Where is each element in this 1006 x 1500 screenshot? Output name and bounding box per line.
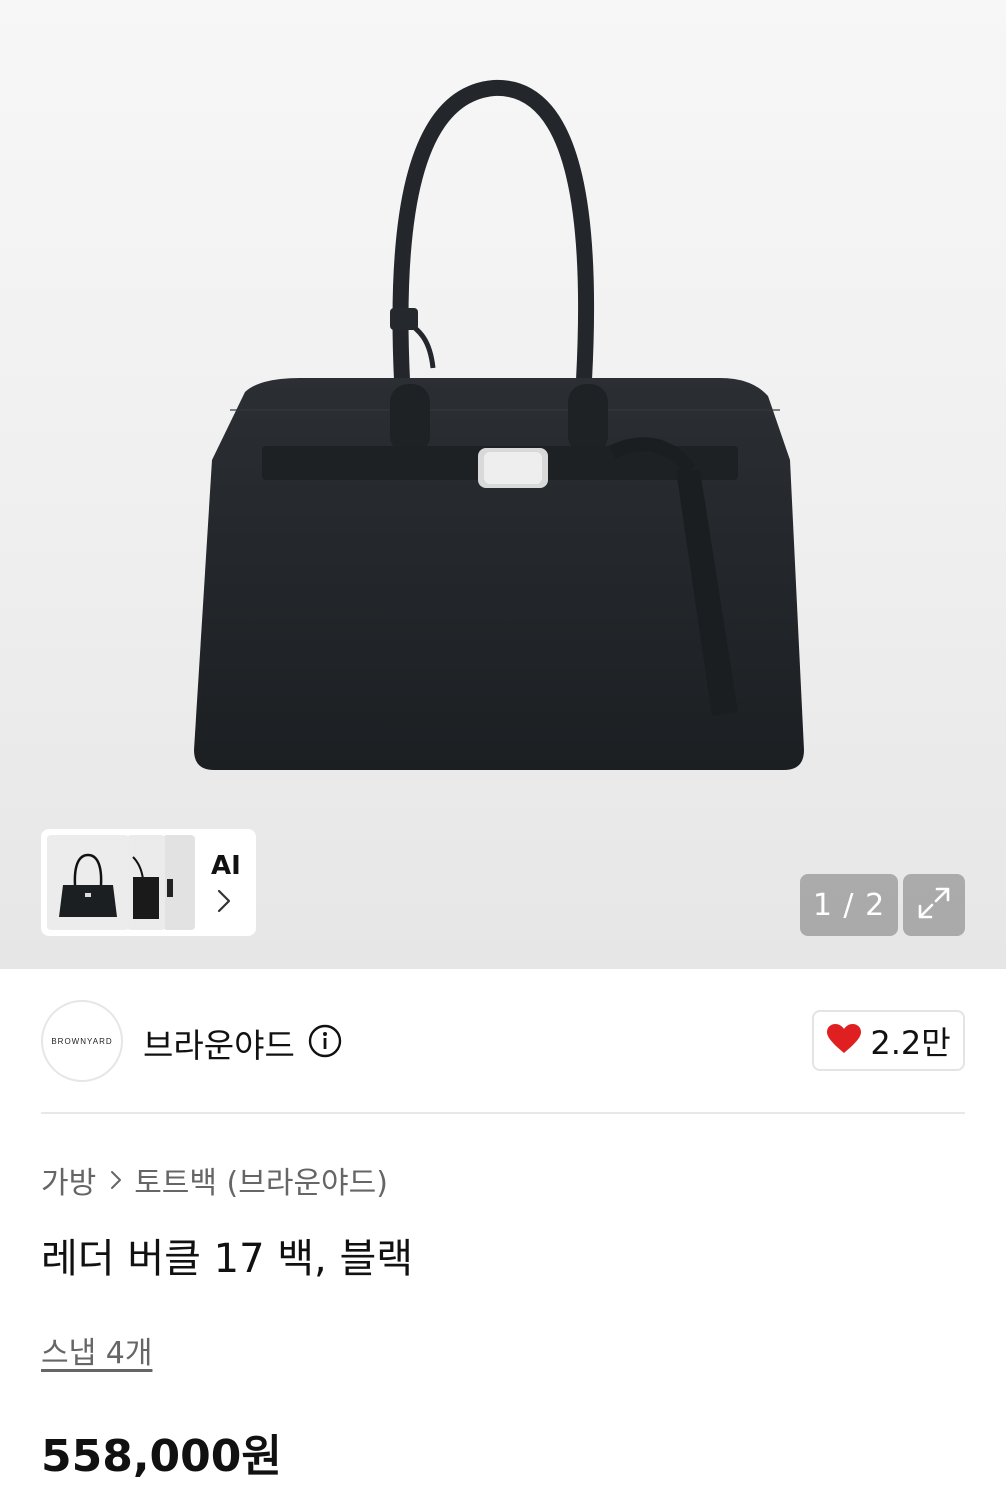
brand-logo[interactable]: BROWNYARD — [41, 1000, 123, 1082]
image-page-indicator: 1 / 2 — [800, 874, 898, 936]
thumbnail-image — [47, 835, 129, 930]
chevron-right-icon — [110, 1163, 122, 1198]
chevron-right-icon — [217, 889, 231, 917]
brand-name[interactable]: 브라운야드 — [143, 1019, 295, 1067]
ai-label: AI — [211, 851, 241, 881]
ai-similar-products[interactable]: AI — [41, 829, 256, 936]
breadcrumb-category[interactable]: 가방 — [41, 1158, 96, 1202]
expand-icon — [915, 884, 953, 926]
product-image[interactable] — [0, 0, 1006, 969]
product-price: 558,000원 — [41, 1431, 282, 1482]
thumbnail-image — [127, 835, 165, 930]
breadcrumb: 가방 토트백 (브라운야드) — [41, 1158, 388, 1202]
like-button[interactable]: 2.2만 — [812, 1010, 965, 1071]
info-icon[interactable] — [308, 1024, 342, 1062]
heart-icon — [826, 1023, 862, 1059]
breadcrumb-subcategory[interactable]: 토트백 (브라운야드) — [134, 1158, 388, 1202]
product-title: 레더 버클 17 백, 블랙 — [41, 1236, 414, 1282]
product-image-gallery[interactable]: AI 1 / 2 — [0, 0, 1006, 969]
divider — [41, 1112, 965, 1114]
like-count: 2.2만 — [870, 1023, 951, 1062]
snap-link[interactable]: 스냅 4개 — [41, 1328, 152, 1372]
thumbnail-image — [163, 835, 195, 930]
expand-image-button[interactable] — [903, 874, 965, 936]
